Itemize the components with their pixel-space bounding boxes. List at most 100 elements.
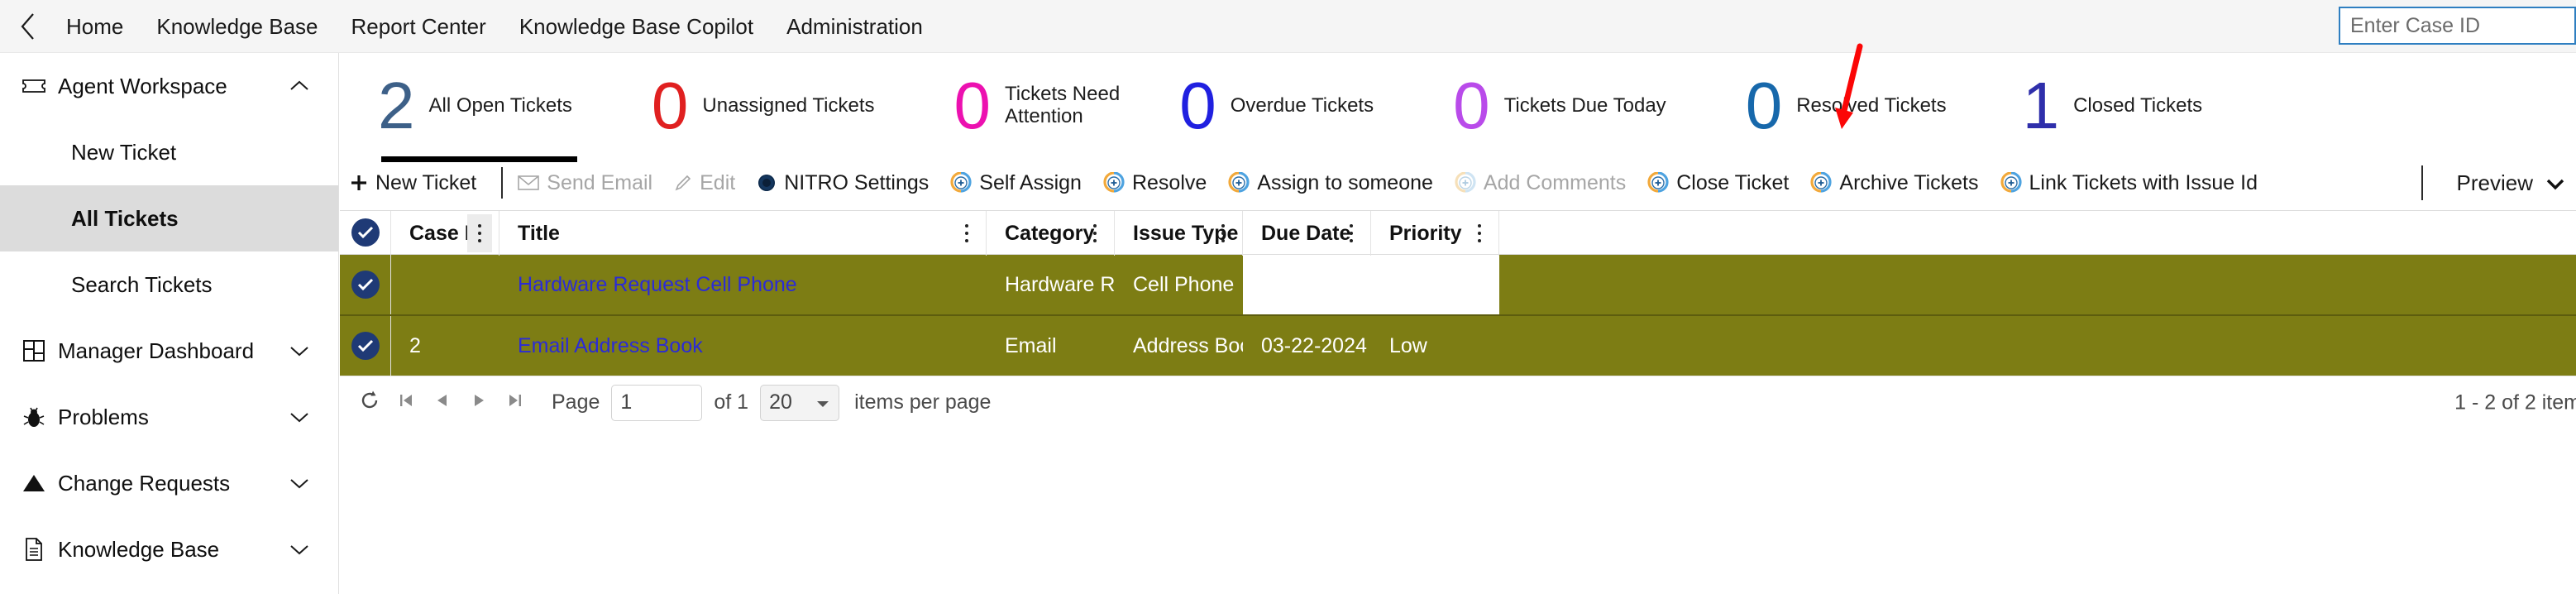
column-menu-icon[interactable] — [954, 214, 979, 252]
toolbar-divider — [501, 167, 504, 199]
chevron-down-icon[interactable] — [289, 543, 310, 556]
self-assign-button[interactable]: Self Assign — [950, 171, 1082, 195]
close-ticket-button[interactable]: Close Ticket — [1647, 171, 1789, 195]
chevron-down-icon[interactable] — [289, 410, 310, 424]
nav-link-administration[interactable]: Administration — [770, 0, 939, 53]
kpi-value: 0 — [1179, 69, 1216, 142]
table-row[interactable]: Hardware Request Cell Phone Hardware Req… — [340, 255, 2576, 314]
column-menu-icon[interactable] — [1082, 214, 1107, 252]
refresh-icon — [359, 390, 380, 415]
sidebar-item-all-tickets[interactable]: All Tickets — [0, 185, 338, 251]
kpi-overdue-tickets[interactable]: 0 Overdue Tickets — [1179, 53, 1382, 159]
column-header-category[interactable]: Category — [987, 211, 1115, 256]
cell-title-link[interactable]: Email Address Book — [499, 316, 987, 376]
resolve-button[interactable]: Resolve — [1103, 171, 1207, 195]
column-header-issue-type[interactable]: Issue Type — [1115, 211, 1243, 256]
sidebar-group-knowledge-base[interactable]: Knowledge Base — [0, 516, 338, 582]
page-of-label: of 1 — [714, 390, 749, 414]
row-checkbox[interactable] — [340, 255, 391, 314]
kpi-label: Resolved Tickets — [1796, 93, 1947, 117]
last-page-button[interactable] — [497, 385, 533, 421]
row-checkbox[interactable] — [340, 316, 391, 376]
edit-button[interactable]: Edit — [674, 171, 735, 195]
kpi-resolved-tickets[interactable]: 0 Resolved Tickets — [1746, 53, 1955, 159]
items-per-page-value: 20 — [769, 390, 792, 414]
column-header-label: Priority — [1389, 221, 1462, 245]
sidebar-group-problems[interactable]: Problems — [0, 384, 338, 450]
back-button[interactable] — [7, 0, 50, 53]
column-menu-icon[interactable] — [1467, 214, 1492, 252]
column-menu-icon[interactable] — [1211, 214, 1235, 252]
column-header-title[interactable]: Title — [499, 211, 987, 256]
nav-link-report-center[interactable]: Report Center — [335, 0, 503, 53]
sidebar-group-label: Knowledge Base — [58, 536, 220, 562]
document-icon — [10, 537, 58, 562]
sidebar-group-label: Change Requests — [58, 470, 231, 496]
sidebar-item-search-tickets[interactable]: Search Tickets — [0, 251, 338, 318]
column-header-case-id[interactable]: Case Id — [391, 211, 499, 256]
chevron-down-icon — [2545, 170, 2566, 196]
refresh-button[interactable] — [351, 385, 388, 421]
select-all-checkbox[interactable] — [340, 211, 391, 254]
grid-header-row: Case Id Title Category Issue Type Due Da… — [340, 210, 2576, 256]
pencil-icon — [674, 174, 692, 192]
nav-link-knowledge-base-copilot[interactable]: Knowledge Base Copilot — [503, 0, 770, 53]
page-number-input[interactable] — [611, 384, 703, 421]
chevron-down-icon — [815, 390, 830, 414]
column-header-due-date[interactable]: Due Date — [1243, 211, 1371, 256]
nitro-settings-button[interactable]: NITRO Settings — [757, 171, 929, 195]
send-email-button[interactable]: Send Email — [518, 171, 652, 195]
column-menu-icon[interactable] — [467, 214, 492, 252]
kpi-label: Closed Tickets — [2073, 93, 2203, 117]
next-page-button[interactable] — [461, 385, 497, 421]
chevron-down-icon[interactable] — [289, 344, 310, 357]
link-tickets-with-issue-id-button[interactable]: Link Tickets with Issue Id — [2000, 171, 2258, 195]
cell-due-date: 03-22-2024 11:24 ... — [1261, 333, 1371, 357]
add-comments-label: Add Comments — [1483, 170, 1627, 194]
kpi-all-open-tickets[interactable]: 2 All Open Tickets — [378, 53, 581, 162]
link-tickets-label: Link Tickets with Issue Id — [2029, 170, 2258, 194]
items-per-page-select[interactable]: 20 — [760, 384, 840, 421]
dashboard-icon — [10, 339, 58, 362]
column-header-label: Due Date — [1261, 221, 1351, 245]
sidebar-group-agent-workspace[interactable]: Agent Workspace — [0, 53, 338, 119]
action-plus-icon — [1810, 172, 1832, 194]
column-menu-icon[interactable] — [1339, 214, 1364, 252]
case-id-input[interactable] — [2339, 7, 2576, 45]
kpi-tickets-need-attention[interactable]: 0 Tickets Need Attention — [954, 53, 1129, 159]
first-page-button[interactable] — [388, 385, 424, 421]
action-plus-icon — [1228, 172, 1250, 194]
preview-dropdown-button[interactable]: Preview — [2457, 159, 2566, 207]
kpi-tickets-due-today[interactable]: 0 Tickets Due Today — [1453, 53, 1675, 159]
sidebar-group-manager-dashboard[interactable]: Manager Dashboard — [0, 318, 338, 384]
command-toolbar: New Ticket Send Email Edit NITRO Setting… — [340, 159, 2576, 207]
edit-label: Edit — [700, 170, 736, 194]
checkmark-icon — [351, 332, 380, 360]
sidebar-group-label: Manager Dashboard — [58, 338, 255, 363]
archive-tickets-button[interactable]: Archive Tickets — [1810, 171, 1979, 195]
kpi-closed-tickets[interactable]: 1 Closed Tickets — [2023, 53, 2211, 159]
last-page-icon — [506, 391, 524, 414]
assign-to-someone-button[interactable]: Assign to someone — [1228, 171, 1433, 195]
new-ticket-button[interactable]: New Ticket — [350, 171, 476, 195]
column-header-priority[interactable]: Priority — [1371, 211, 1499, 256]
chevron-up-icon[interactable] — [289, 79, 310, 93]
add-comments-button[interactable]: Add Comments — [1455, 171, 1626, 195]
cell-priority: Low — [1389, 333, 1427, 357]
nav-link-knowledge-base[interactable]: Knowledge Base — [140, 0, 334, 53]
checkmark-icon — [351, 271, 380, 299]
cell-title-link[interactable]: Hardware Request Cell Phone — [499, 255, 987, 314]
action-plus-icon — [2000, 172, 2022, 194]
prev-page-button[interactable] — [424, 385, 461, 421]
action-plus-icon — [1455, 172, 1476, 194]
sidebar-group-change-requests[interactable]: Change Requests — [0, 450, 338, 516]
kpi-unassigned-tickets[interactable]: 0 Unassigned Tickets — [652, 53, 883, 159]
nav-link-home[interactable]: Home — [50, 0, 140, 53]
main-content: 2 All Open Tickets 0 Unassigned Tickets … — [340, 53, 2576, 594]
table-row[interactable]: 2 Email Address Book Email Address Book … — [340, 316, 2576, 376]
sidebar-group-label: Agent Workspace — [58, 73, 227, 98]
sidebar-item-new-ticket[interactable]: New Ticket — [0, 119, 338, 185]
chevron-down-icon[interactable] — [289, 477, 310, 490]
sidebar: Agent Workspace New Ticket All Tickets S… — [0, 53, 339, 594]
preview-label: Preview — [2456, 170, 2533, 195]
